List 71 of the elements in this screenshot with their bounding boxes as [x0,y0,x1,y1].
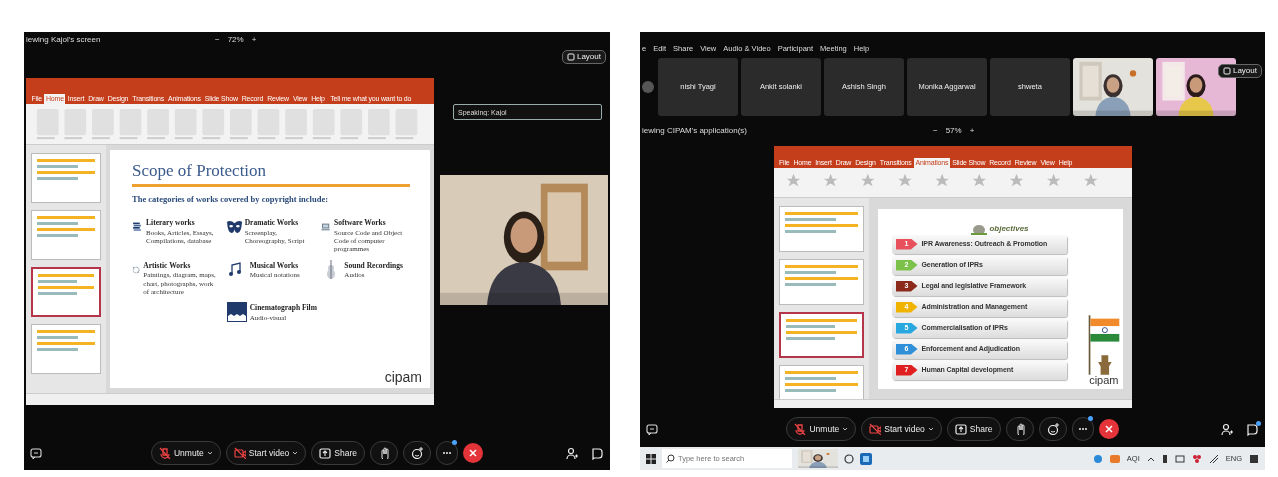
person-icon [1221,422,1234,436]
app-icon[interactable] [860,452,872,465]
logo: cipam [384,370,422,384]
film-icon [226,302,247,323]
camera-off-icon [869,423,882,435]
slide-thumbnail[interactable] [778,365,864,399]
captions-icon[interactable] [646,423,658,436]
chat-icon [1246,422,1259,436]
slide-title: Scope of Protection [132,162,268,181]
smiley-icon [411,447,424,459]
microphone-off-icon [158,447,171,459]
layout-button[interactable]: Layout [561,50,606,64]
monitor-icon[interactable] [1174,453,1185,464]
person-icon [566,446,579,460]
hand-icon [378,447,391,459]
captions-icon[interactable] [30,447,42,460]
start-video-button[interactable]: Start video [225,441,307,465]
share-icon [954,423,967,435]
participants-button[interactable] [1221,422,1234,436]
layout-button[interactable]: Layout [1217,64,1262,78]
zoom-in-button[interactable]: + [968,125,976,137]
chat-button[interactable] [591,446,604,460]
slide-thumbnail[interactable] [31,210,101,260]
zoom-out-button[interactable]: − [214,34,221,46]
start-video-button[interactable]: Start video [861,417,942,441]
camera-off-icon [233,447,246,459]
windows-icon[interactable] [646,453,656,464]
more-button[interactable] [436,441,459,465]
leave-button[interactable] [463,443,484,463]
zoom-out-button[interactable]: − [932,125,939,137]
share-icon [319,447,332,459]
slide-thumbnail[interactable] [31,324,101,374]
people-icon[interactable] [1191,453,1202,464]
share-button[interactable]: Share [311,441,366,465]
smiley-icon [1046,423,1059,435]
logo: cipam [1089,374,1119,386]
zoom-level: 57% [944,125,963,137]
slide-thumbnail[interactable] [778,312,864,358]
close-icon [468,448,479,458]
more-button[interactable] [1071,417,1094,441]
slide-thumbnail[interactable] [778,259,864,305]
share-button[interactable]: Share [946,417,1001,441]
battery-icon[interactable] [1161,453,1168,464]
unmute-button[interactable]: Unmute [786,417,857,441]
layout-icon [566,53,575,61]
scroll-left-button[interactable] [642,81,654,93]
viewing-label: iewing CIPAM's application(s) [642,125,748,137]
slide-subtitle: The categories of works covered by copyright include: [132,192,330,206]
viewing-label: iewing Kajol's screen [26,34,102,46]
leave-button[interactable] [1098,419,1119,439]
close-icon [1103,424,1114,434]
slide-thumbnail[interactable] [778,206,864,252]
reactions-button[interactable] [1038,417,1067,441]
slide-thumbnail[interactable] [31,153,101,203]
notification-icon[interactable] [1249,453,1259,464]
slide-thumbnail[interactable] [31,267,101,317]
chat-icon [591,446,604,460]
microphone-off-icon [794,423,807,435]
slide-heading: objectives [989,222,1029,235]
raise-hand-button[interactable] [370,441,399,465]
zoom-in-button[interactable]: + [250,34,258,46]
chat-button[interactable] [1246,422,1259,436]
unmute-button[interactable]: Unmute [150,441,221,465]
circle-icon[interactable] [844,453,854,464]
zoom-level: 72% [226,34,245,46]
participants-button[interactable] [566,446,579,460]
layout-icon [1222,67,1231,75]
weather-icon [1109,453,1120,464]
raise-hand-button[interactable] [1005,417,1034,441]
chevron-up-icon[interactable] [1146,455,1155,462]
reactions-button[interactable] [403,441,432,465]
